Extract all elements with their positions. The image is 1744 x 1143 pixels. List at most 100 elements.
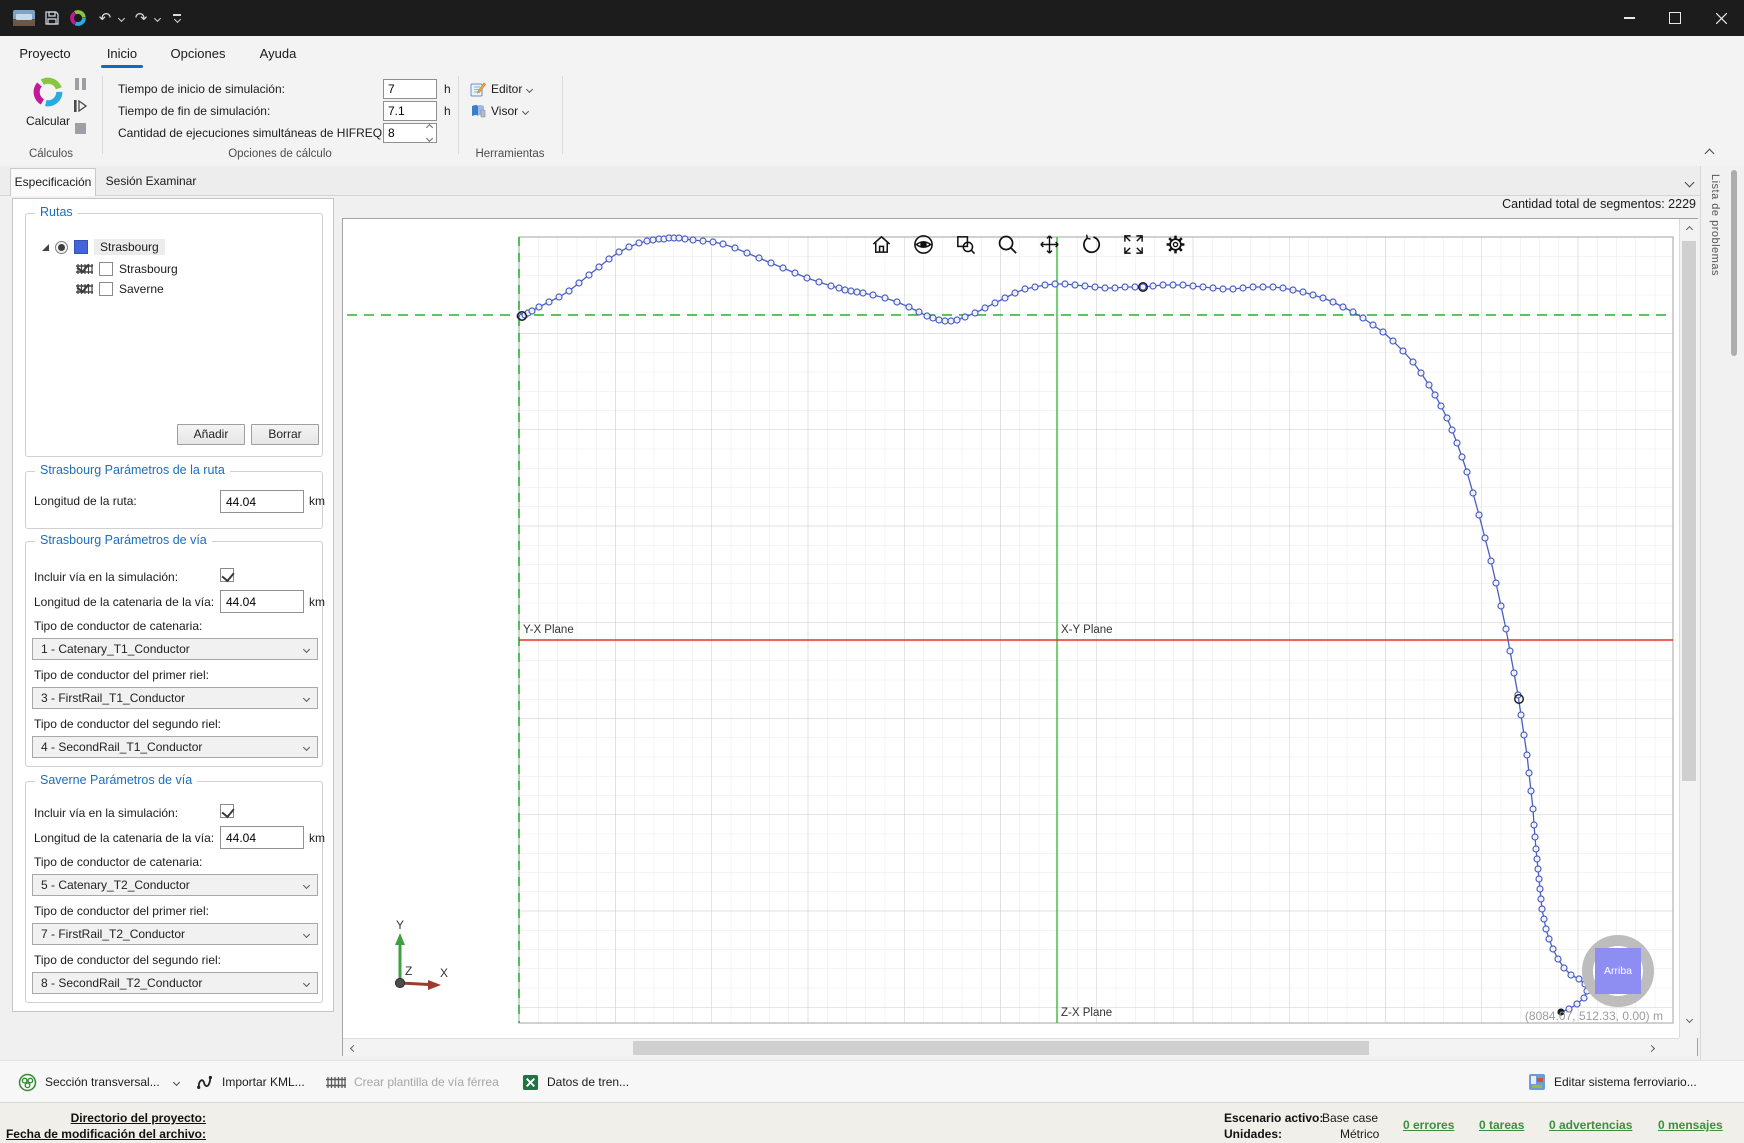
rotate-icon[interactable] xyxy=(1078,231,1104,257)
ribbon-separator xyxy=(102,76,103,154)
maximize-button[interactable] xyxy=(1652,0,1698,36)
tree-row-track[interactable]: Strasbourg xyxy=(76,260,178,278)
plane-label-yx: Y-X Plane xyxy=(523,624,574,636)
tree-expander-icon[interactable] xyxy=(42,244,49,251)
sim-end-unit: h xyxy=(444,102,451,120)
pan-icon[interactable] xyxy=(1036,231,1062,257)
stop-button[interactable] xyxy=(72,120,88,136)
hifreq-runs-spinner[interactable] xyxy=(423,125,435,141)
zoom-icon[interactable] xyxy=(994,231,1020,257)
scroll-down-icon[interactable] xyxy=(1681,1011,1697,1027)
track-checkbox[interactable] xyxy=(99,282,113,296)
catenary-length-label: Longitud de la catenaria de la vía: xyxy=(34,831,214,845)
visor-button[interactable]: Visor xyxy=(470,101,528,121)
vertical-scrollbar[interactable] xyxy=(1679,219,1698,1038)
scroll-right-icon[interactable] xyxy=(1643,1040,1659,1056)
catenary-conductor-select[interactable]: 5 - Catenary_T2_Conductor xyxy=(32,874,318,896)
view-cube-top-button[interactable]: Arriba xyxy=(1595,948,1641,994)
errors-link[interactable]: 0 errores xyxy=(1403,1118,1454,1132)
tree-row-track[interactable]: Saverne xyxy=(76,280,164,298)
scroll-up-icon[interactable] xyxy=(1681,221,1697,237)
sim-end-input[interactable] xyxy=(383,101,437,121)
chevron-down-icon[interactable] xyxy=(173,1078,180,1085)
warnings-link[interactable]: 0 advertencias xyxy=(1549,1118,1632,1132)
catenary-length-input[interactable] xyxy=(220,590,304,613)
add-route-button[interactable]: Añadir xyxy=(177,424,245,445)
customize-toolbar-icon[interactable] xyxy=(170,8,184,28)
vertical-scroll-thumb[interactable] xyxy=(1682,241,1696,781)
catenary-conductor-select[interactable]: 1 - Catenary_T1_Conductor xyxy=(32,638,318,660)
file-modified-label[interactable]: Fecha de modificación del archivo: xyxy=(0,1127,206,1141)
close-button[interactable] xyxy=(1698,0,1744,36)
tasks-link[interactable]: 0 tareas xyxy=(1479,1118,1524,1132)
axis-x-label: X xyxy=(440,966,448,980)
problems-panel-handle[interactable] xyxy=(1731,170,1737,356)
project-directory-label[interactable]: Directorio del proyecto: xyxy=(0,1111,206,1125)
menu-tab-opciones[interactable]: Opciones xyxy=(170,43,226,65)
create-track-template-label: Crear plantilla de vía férrea xyxy=(354,1075,499,1089)
include-track-checkbox[interactable] xyxy=(220,568,234,582)
hifreq-runs-label: Cantidad de ejecuciones simultáneas de H… xyxy=(118,124,385,142)
undo-button[interactable]: ↶ xyxy=(96,8,114,28)
eye-icon[interactable] xyxy=(910,231,936,257)
track-label[interactable]: Saverne xyxy=(119,282,164,296)
step-button[interactable] xyxy=(72,98,88,114)
track-label[interactable]: Strasbourg xyxy=(119,262,178,276)
second-rail-conductor-select[interactable]: 4 - SecondRail_T1_Conductor xyxy=(32,736,318,758)
create-track-template-button[interactable]: Crear plantilla de vía férrea xyxy=(326,1061,499,1103)
menu-tab-ayuda[interactable]: Ayuda xyxy=(256,43,300,65)
problems-panel-strip[interactable]: Lista de problemas xyxy=(1700,166,1744,1060)
minimize-button[interactable] xyxy=(1606,0,1652,36)
menu-tab-proyecto[interactable]: Proyecto xyxy=(19,43,71,65)
edit-railway-system-button[interactable]: Editar sistema ferroviario... xyxy=(1528,1061,1697,1103)
chevron-down-icon xyxy=(303,881,310,888)
tab-especificacion[interactable]: Especificación xyxy=(10,168,96,196)
first-rail-conductor-select[interactable]: 3 - FirstRail_T1_Conductor xyxy=(32,687,318,709)
logo-icon[interactable] xyxy=(68,8,88,28)
catenary-length-input[interactable] xyxy=(220,826,304,849)
problems-panel-label[interactable]: Lista de problemas xyxy=(1709,174,1721,276)
select-value: 8 - SecondRail_T2_Conductor xyxy=(41,976,304,990)
redo-dropdown-icon[interactable] xyxy=(152,8,162,28)
first-rail-conductor-select[interactable]: 7 - FirstRail_T2_Conductor xyxy=(32,923,318,945)
units-value: Métrico xyxy=(1340,1127,1379,1141)
train-data-button[interactable]: Datos de tren... xyxy=(522,1061,629,1103)
delete-route-button[interactable]: Borrar xyxy=(251,424,319,445)
settings-gear-icon[interactable] xyxy=(1162,231,1188,257)
save-icon[interactable] xyxy=(42,8,62,28)
import-kml-button[interactable]: Importar KML... xyxy=(196,1061,305,1103)
editor-button[interactable]: Editor xyxy=(470,79,532,99)
home-icon[interactable] xyxy=(868,231,894,257)
undo-dropdown-icon[interactable] xyxy=(116,8,126,28)
sim-start-input[interactable] xyxy=(383,79,437,99)
sim-start-unit: h xyxy=(444,80,451,98)
tabstrip-dropdown-icon[interactable] xyxy=(1686,175,1693,189)
zoom-window-icon[interactable] xyxy=(952,231,978,257)
ribbon-collapse-icon[interactable] xyxy=(1706,146,1713,160)
visor-label: Visor xyxy=(491,104,518,118)
tree-row-route[interactable]: Strasbourg xyxy=(42,238,165,256)
messages-link[interactable]: 0 mensajes xyxy=(1658,1118,1723,1132)
route-length-input[interactable] xyxy=(220,490,304,513)
cross-section-button[interactable]: Sección transversal... xyxy=(18,1061,179,1103)
calcular-button[interactable]: Calcular xyxy=(20,74,76,136)
horizontal-scroll-thumb[interactable] xyxy=(633,1041,1369,1055)
route-label[interactable]: Strasbourg xyxy=(94,239,165,255)
route-color-swatch xyxy=(74,240,88,254)
import-kml-label: Importar KML... xyxy=(222,1075,305,1089)
second-rail-conductor-select[interactable]: 8 - SecondRail_T2_Conductor xyxy=(32,972,318,994)
tab-sesion-examinar[interactable]: Sesión Examinar xyxy=(98,168,204,196)
menu-tab-inicio[interactable]: Inicio xyxy=(101,43,143,65)
select-value: 3 - FirstRail_T1_Conductor xyxy=(41,691,304,705)
route-3d-viewport[interactable]: Y-X Plane X-Y Plane Z-X Plane xyxy=(342,218,1698,1056)
redo-button[interactable]: ↷ xyxy=(132,8,150,28)
pause-button[interactable] xyxy=(72,76,88,92)
track-checkbox[interactable] xyxy=(99,262,113,276)
horizontal-scrollbar[interactable] xyxy=(343,1038,1679,1057)
include-track-checkbox[interactable] xyxy=(220,804,234,818)
route-radio[interactable] xyxy=(55,241,68,254)
track1-title: Strasbourg Parámetros de vía xyxy=(35,533,212,547)
scroll-left-icon[interactable] xyxy=(345,1040,361,1056)
second-rail-conductor-label: Tipo de conductor del segundo riel: xyxy=(34,953,221,967)
fit-view-icon[interactable] xyxy=(1120,231,1146,257)
